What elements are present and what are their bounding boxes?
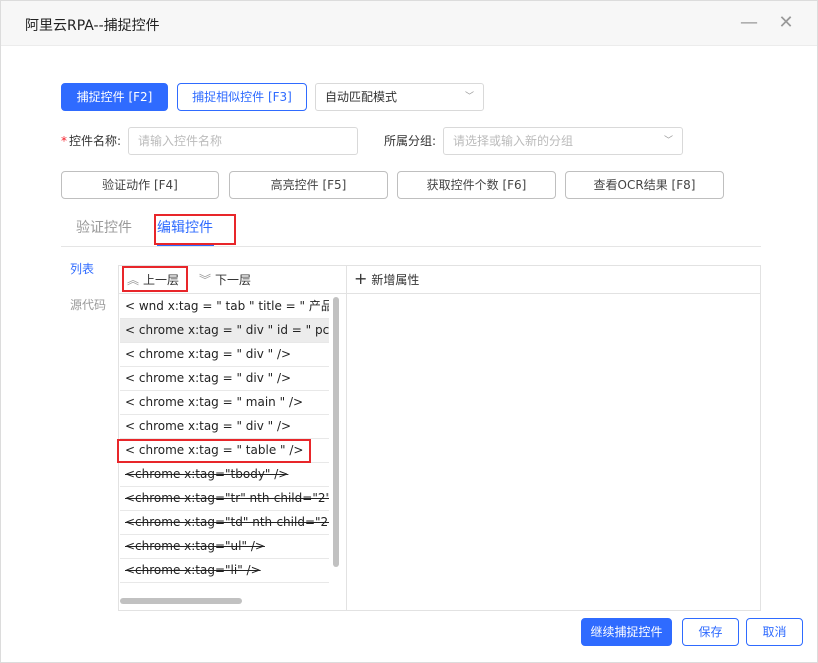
tree-row[interactable]: < chrome x:tag = " div " /> xyxy=(120,415,329,439)
plus-icon: + xyxy=(354,269,368,288)
tree-row[interactable]: < chrome x:tag = " table " /> xyxy=(120,439,329,463)
group-label: 所属分组: xyxy=(384,134,437,148)
chevron-down-icon: ﹀ xyxy=(464,92,474,102)
close-icon[interactable]: ✕ xyxy=(776,13,796,33)
add-property-label: 新增属性 xyxy=(371,273,420,287)
chevron-down-icon: ﹀ xyxy=(663,136,673,146)
required-mark: * xyxy=(61,134,67,148)
down-level-label: 下一层 xyxy=(215,273,252,287)
minimize-icon[interactable]: — xyxy=(739,13,759,33)
side-item-source-code[interactable]: 源代码 xyxy=(70,297,106,313)
window-title: 阿里云RPA--捕捉控件 xyxy=(25,18,160,34)
double-chevron-down-icon: ︾ xyxy=(199,273,212,287)
get-control-count-button[interactable]: 获取控件个数 [F6] xyxy=(397,171,556,199)
down-level-button[interactable]: ︾ 下一层 xyxy=(199,271,251,289)
tree-row[interactable]: < chrome x:tag = " div " /> xyxy=(120,343,329,367)
cancel-button[interactable]: 取消 xyxy=(746,618,803,646)
match-mode-select[interactable]: 自动匹配模式 ﹀ xyxy=(315,83,484,111)
panel-header-divider xyxy=(119,293,760,294)
tree-row[interactable]: < wnd x:tag = " tab " title = " 产品详 xyxy=(120,295,329,319)
tree-row[interactable]: < chrome x:tag = " div " /> xyxy=(120,367,329,391)
add-property-button[interactable]: + 新增属性 xyxy=(354,270,419,289)
verify-action-button[interactable]: 验证动作 [F4] xyxy=(61,171,219,199)
up-level-button[interactable]: ︽ 上一层 xyxy=(127,271,179,289)
control-name-label-text: 控件名称: xyxy=(69,134,122,148)
tree-row[interactable]: < chrome x:tag = " div " id = " pc-r xyxy=(120,319,329,343)
up-level-label: 上一层 xyxy=(143,273,180,287)
group-placeholder: 请选择或输入新的分组 xyxy=(453,134,574,148)
tabs-divider xyxy=(61,246,761,247)
panel-divider xyxy=(346,265,347,611)
capture-button[interactable]: 捕捉控件 [F2] xyxy=(61,83,168,111)
group-select[interactable]: 请选择或输入新的分组 ﹀ xyxy=(443,127,683,155)
tree-row[interactable]: <chrome x:tag="tbody" /> xyxy=(120,463,329,487)
capture-control-dialog: 阿里云RPA--捕捉控件 — ✕ 捕捉控件 [F2] 捕捉相似控件 [F3] 自… xyxy=(0,0,818,663)
control-name-input[interactable]: 请输入控件名称 xyxy=(128,127,358,155)
match-mode-value: 自动匹配模式 xyxy=(325,90,398,104)
tab-verify-control[interactable]: 验证控件 xyxy=(76,219,132,237)
capture-similar-button[interactable]: 捕捉相似控件 [F3] xyxy=(177,83,307,111)
continue-capture-button[interactable]: 继续捕捉控件 xyxy=(581,618,672,646)
tab-edit-control[interactable]: 编辑控件 xyxy=(157,219,213,237)
side-item-list[interactable]: 列表 xyxy=(70,261,94,277)
title-bar: 阿里云RPA--捕捉控件 — ✕ xyxy=(1,1,817,46)
tree-row[interactable]: <chrome x:tag="ul" /> xyxy=(120,535,329,559)
tree-row[interactable]: <chrome x:tag="li" /> xyxy=(120,559,329,583)
double-chevron-up-icon: ︽ xyxy=(127,273,140,287)
highlight-control-button[interactable]: 高亮控件 [F5] xyxy=(229,171,388,199)
tree-row[interactable]: <chrome x:tag="tr" nth-child="2" / xyxy=(120,487,329,511)
control-name-label: * 控件名称: xyxy=(61,133,121,149)
save-button[interactable]: 保存 xyxy=(682,618,739,646)
tree-row[interactable]: <chrome x:tag="td" nth-child="2" / xyxy=(120,511,329,535)
view-ocr-result-button[interactable]: 查看OCR结果 [F8] xyxy=(565,171,724,199)
tree-row[interactable]: < chrome x:tag = " main " /> xyxy=(120,391,329,415)
vertical-scrollbar[interactable] xyxy=(333,297,339,567)
horizontal-scrollbar[interactable] xyxy=(120,598,242,604)
